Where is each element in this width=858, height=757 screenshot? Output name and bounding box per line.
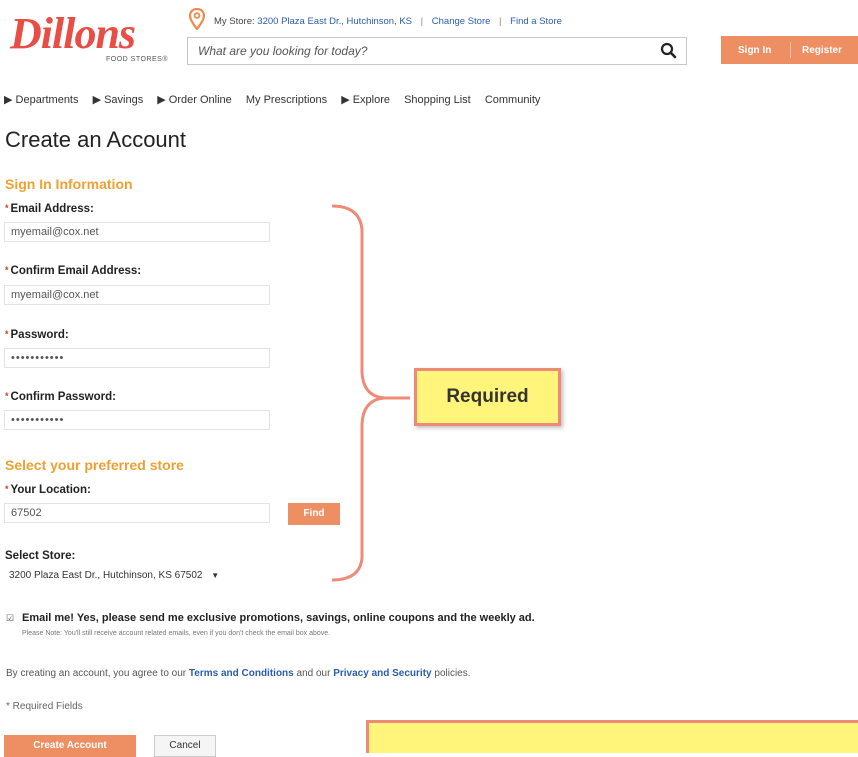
email-field[interactable]: myemail@cox.net: [4, 222, 270, 242]
nav-savings[interactable]: ▶ Savings: [93, 94, 144, 106]
required-star: *: [5, 329, 9, 339]
account-buttons: Sign In Register: [721, 36, 858, 64]
required-fields-note: * Required Fields: [6, 701, 83, 712]
nav-community[interactable]: Community: [485, 94, 541, 106]
search-input[interactable]: What are you looking for today?: [198, 44, 367, 58]
confirm-email-field[interactable]: myemail@cox.net: [4, 285, 270, 305]
required-callout: Required: [414, 368, 561, 426]
divider: [790, 42, 791, 58]
page-title: Create an Account: [5, 127, 187, 152]
terms-link[interactable]: Terms and Conditions: [189, 668, 294, 679]
logo-text: Dillons: [10, 9, 136, 58]
store-select-value: 3200 Plaza East Dr., Hutchinson, KS 6750…: [9, 570, 203, 581]
curly-bracket-annotation: [331, 204, 410, 582]
cancel-button[interactable]: Cancel: [154, 735, 216, 757]
select-store-label: Select Store:: [5, 550, 76, 562]
required-star: *: [5, 203, 9, 213]
email-me-label: Email me! Yes, please send me exclusive …: [22, 612, 535, 624]
confirm-password-label: * Confirm Password:: [5, 391, 116, 403]
my-store-line: My Store: 3200 Plaza East Dr., Hutchinso…: [214, 16, 562, 27]
password-label: * Password:: [5, 329, 69, 341]
register-button[interactable]: Register: [802, 45, 842, 56]
create-account-button[interactable]: Create Account: [4, 735, 136, 757]
sign-in-button[interactable]: Sign In: [738, 45, 771, 56]
privacy-link[interactable]: Privacy and Security: [333, 668, 431, 679]
store-section-heading: Select your preferred store: [5, 457, 184, 473]
required-star: *: [5, 265, 9, 275]
confirm-password-field[interactable]: •••••••••••: [4, 410, 270, 430]
location-field[interactable]: 67502: [4, 503, 270, 523]
change-store-link[interactable]: Change Store: [432, 16, 491, 27]
dropdown-arrow-icon: ▼: [211, 571, 220, 580]
store-address-link[interactable]: 3200 Plaza East Dr., Hutchinson, KS: [257, 16, 412, 27]
logo-subtext: FOOD STORES®: [106, 56, 168, 63]
nav-order-online[interactable]: ▶ Order Online: [157, 94, 232, 106]
email-label: * Email Address:: [5, 203, 94, 215]
dillons-logo[interactable]: Dillons FOOD STORES®: [10, 6, 170, 68]
confirm-email-label: * Confirm Email Address:: [5, 265, 142, 277]
find-store-link[interactable]: Find a Store: [510, 16, 562, 27]
separator: |: [499, 16, 502, 27]
main-nav: ▶ Departments ▶ Savings ▶ Order Online M…: [4, 93, 551, 106]
required-star: *: [5, 484, 9, 494]
nav-departments[interactable]: ▶ Departments: [4, 94, 79, 106]
search-bar[interactable]: What are you looking for today?: [187, 37, 687, 65]
separator: |: [420, 16, 424, 27]
my-store-label: My Store:: [214, 16, 255, 27]
nav-my-prescriptions[interactable]: My Prescriptions: [246, 94, 327, 106]
password-field[interactable]: •••••••••••: [4, 348, 270, 368]
location-label: * Your Location:: [5, 484, 91, 496]
bottom-callout-box: [366, 720, 858, 753]
sign-in-section-heading: Sign In Information: [5, 176, 133, 192]
required-star: *: [5, 391, 9, 401]
agreement-text: By creating an account, you agree to our…: [6, 668, 471, 679]
store-select[interactable]: 3200 Plaza East Dr., Hutchinson, KS 6750…: [9, 570, 219, 581]
search-icon[interactable]: [652, 38, 686, 64]
map-pin-icon: [189, 8, 205, 30]
email-note: Please Note: You'll still receive accoun…: [22, 630, 331, 637]
nav-shopping-list[interactable]: Shopping List: [404, 94, 471, 106]
checkbox-icon[interactable]: ☑: [6, 613, 14, 624]
nav-explore[interactable]: ▶ Explore: [341, 94, 390, 106]
callout-text: Required: [446, 386, 529, 407]
